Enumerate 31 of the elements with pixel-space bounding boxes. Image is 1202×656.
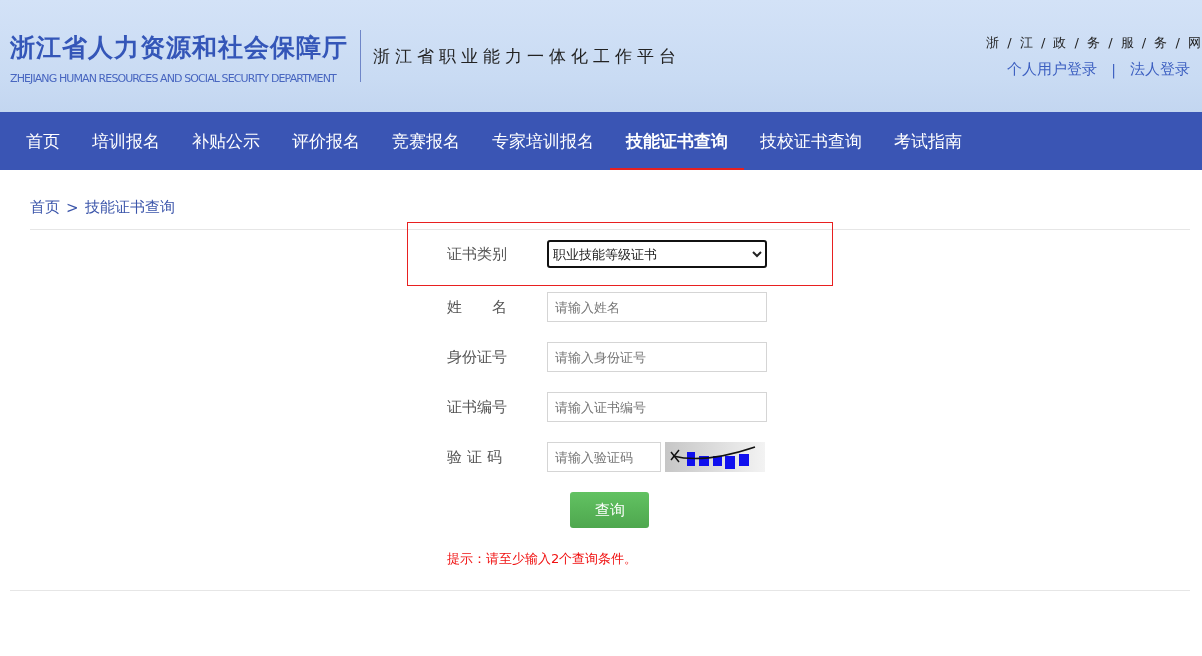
nav-tab[interactable]: 专家培训报名 <box>476 112 610 170</box>
nav-tab[interactable]: 竞赛报名 <box>376 112 476 170</box>
field-label: 证书类别 <box>447 244 508 264</box>
login-link[interactable]: 法人登录 <box>1130 60 1190 79</box>
field-label: 身份证号 <box>447 347 508 367</box>
department-name-english: ZHEJIANG HUMAN RESOURCES AND SOCIAL SECURITY DEPARTMENT <box>10 71 338 85</box>
nav-tab[interactable]: 首页 <box>10 112 76 170</box>
hint-text: 提示：请至少输入2个查询条件。 <box>446 550 638 568</box>
input-field[interactable]: 请输入身份证号 <box>547 342 767 372</box>
field-label: 证书编号 <box>447 397 508 417</box>
certificate-type-dropdown[interactable]: 职业技能等级证书 <box>547 240 767 268</box>
breadcrumb-link[interactable]: 首页 <box>30 198 60 217</box>
login-link[interactable]: 个人用户登录 <box>1007 60 1098 79</box>
field-label: 验 证 码 <box>447 447 503 467</box>
platform-title: 浙江省职业能力一体化工作平台 <box>373 44 681 68</box>
nav-tab[interactable]: 培训报名 <box>76 112 176 170</box>
nav-tab[interactable]: 技校证书查询 <box>744 112 878 170</box>
nav-tab[interactable]: 补贴公示 <box>176 112 276 170</box>
nav-tab[interactable]: 技能证书查询 <box>610 112 744 170</box>
field-label: 姓 名 <box>447 297 508 317</box>
nav-tab[interactable]: 评价报名 <box>276 112 376 170</box>
gov-service-link[interactable]: 浙 / 江 / 政 / 务 / 服 / 务 / 网 <box>986 34 1202 52</box>
nav-tab[interactable]: 考试指南 <box>878 112 978 170</box>
captcha-input-field[interactable]: 请输入验证码 <box>547 442 661 472</box>
department-name: 浙江省人力资源和社会保障厅 <box>10 31 348 64</box>
input-field[interactable]: 请输入证书编号 <box>547 392 767 422</box>
breadcrumb-separator: > <box>66 198 79 217</box>
separator-text: | <box>1111 61 1116 78</box>
captcha-image[interactable] <box>665 442 765 472</box>
breadcrumb-link[interactable]: 技能证书查询 <box>84 198 175 217</box>
input-field[interactable]: 请输入姓名 <box>547 292 767 322</box>
